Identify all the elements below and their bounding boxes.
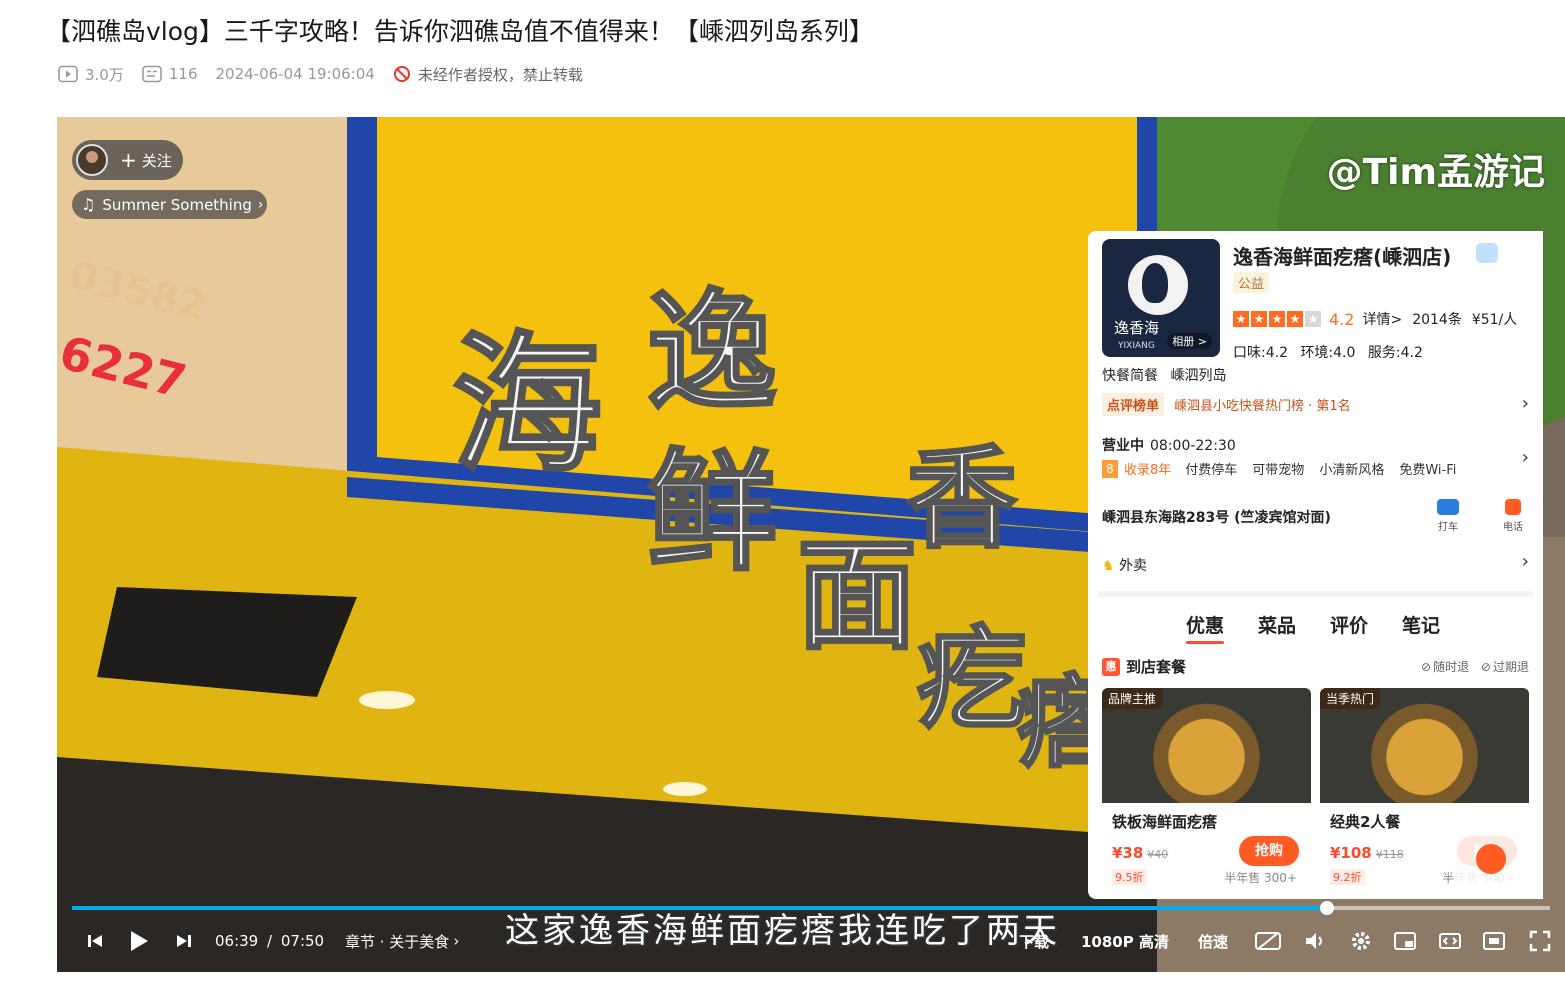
play-icon — [131, 931, 148, 951]
tab-reviews: 评价 — [1330, 615, 1369, 637]
follow-button[interactable]: + 关注 — [72, 140, 183, 180]
tab-notes: 笔记 — [1402, 615, 1441, 637]
fullscreen-button[interactable] — [1527, 930, 1553, 952]
svg-text:香: 香 — [907, 434, 1017, 563]
progress-bar[interactable] — [72, 901, 1550, 915]
star-icon: ★ — [1251, 311, 1267, 327]
plus-icon: + — [120, 148, 137, 172]
phone-icon — [1505, 499, 1521, 515]
fullscreen-icon — [1529, 930, 1551, 952]
dish-photo: 当季热门 — [1320, 688, 1529, 803]
star-icon: ★ — [1305, 311, 1321, 327]
shop-categories: 快餐简餐 嵊泗列岛 — [1102, 368, 1227, 384]
uploader-watermark: @Tim孟游记 — [1326, 152, 1545, 193]
speed-button[interactable]: 倍速 — [1198, 931, 1228, 952]
subtitle-toggle[interactable] — [1253, 931, 1283, 951]
buy-button: 抢购 — [1239, 836, 1299, 866]
download-button[interactable]: 下载 — [1019, 931, 1049, 952]
shop-info-card: 逸香海 YIXIANG 相册 > 逸香海鲜面疙瘩(嵊泗店) 公益 ★ ★ ★ ★ ★ 4… — [1088, 231, 1543, 899]
video-title: 【泗礁岛vlog】三千字攻略！告诉你泗礁岛值不值得来！【嵊泗列岛系列】 — [46, 17, 874, 46]
section-title: 惠到店套餐 — [1102, 656, 1186, 677]
web-fullscreen-icon — [1483, 932, 1505, 950]
view-count: 3.0万 — [58, 64, 124, 85]
shop-tabs: 优惠 菜品 评价 笔记 — [1186, 611, 1474, 644]
opening-hours: 营业中 08:00-22:30 — [1102, 438, 1236, 454]
divider — [1098, 591, 1533, 597]
subtitle-off-icon — [1255, 932, 1281, 950]
dish-photo: 品牌主推 — [1102, 688, 1311, 803]
chevron-right-icon: › — [1521, 447, 1529, 468]
play-button[interactable] — [127, 929, 151, 953]
delivery-entry: ♞ 外卖 — [1102, 558, 1148, 574]
webscreen-button[interactable] — [1481, 931, 1507, 951]
widescreen-icon — [1439, 933, 1461, 949]
phone-action: 电话 — [1493, 499, 1533, 533]
tab-dishes: 菜品 — [1258, 615, 1297, 637]
chevron-right-icon: › — [453, 932, 460, 950]
music-note-icon: ♫ — [81, 195, 96, 214]
play-count-icon — [58, 65, 78, 83]
picture-in-picture-icon — [1394, 932, 1416, 950]
sub-scores: 口味:4.2 环境:4.0 服务:4.2 — [1233, 345, 1423, 361]
volume-button[interactable] — [1303, 931, 1329, 951]
shop-features: 8 收录8年 付费停车 可带宠物 小清新风格 免费Wi-Fi — [1102, 459, 1471, 478]
music-tag[interactable]: ♫ Summer Something › — [72, 190, 267, 219]
time-display: 06:39 / 07:50 — [215, 932, 325, 950]
svg-text:逸: 逸 — [647, 275, 777, 428]
star-icon: ★ — [1287, 311, 1303, 327]
deal-card: 品牌主推 铁板海鲜面疙瘩 ¥38 ¥40 抢购 9.5折 半年售 300+ — [1102, 688, 1311, 888]
rank-badge: 点评榜单 嵊泗县小吃快餐热门榜 · 第1名 — [1102, 393, 1351, 416]
tab-deals: 优惠 — [1186, 611, 1225, 644]
gear-icon — [1352, 932, 1370, 950]
chevron-right-icon: › — [257, 196, 264, 213]
forbidden-icon — [393, 66, 410, 82]
shop-name: 逸香海鲜面疙瘩(嵊泗店) — [1233, 245, 1452, 269]
favorite-sticker-icon[interactable] — [1452, 831, 1528, 887]
car-icon — [1437, 499, 1459, 515]
rabbit-icon: ♞ — [1102, 558, 1115, 574]
progress-knob[interactable] — [1320, 901, 1334, 915]
shop-logo: 逸香海 YIXIANG 相册 > — [1102, 239, 1220, 357]
uploader-avatar — [76, 144, 108, 176]
chevron-right-icon: › — [1521, 551, 1529, 572]
verified-badge-icon — [1476, 243, 1498, 263]
danmaku-count: 116 — [142, 65, 198, 83]
taxi-action: 打车 — [1428, 499, 1468, 533]
check-icon: ⊘ — [1421, 660, 1432, 674]
danmaku-icon — [142, 65, 162, 83]
next-button[interactable] — [174, 932, 194, 950]
shop-tag: 公益 — [1233, 272, 1270, 293]
album-link: 相册 > — [1167, 333, 1212, 349]
svg-text:海: 海 — [452, 317, 602, 493]
fish-logo-icon — [1128, 255, 1188, 315]
settings-button[interactable] — [1348, 930, 1374, 952]
shop-rating: ★ ★ ★ ★ ★ 4.2 详情> 2014条 ¥51/人 — [1233, 309, 1517, 329]
svg-text:疙: 疙 — [917, 614, 1027, 743]
chevron-right-icon: › — [1521, 393, 1529, 414]
svg-text:鲜: 鲜 — [647, 435, 777, 588]
volume-icon — [1306, 933, 1322, 949]
check-icon: ⊘ — [1480, 660, 1491, 674]
svg-text:面: 面 — [797, 525, 917, 666]
shop-address: 嵊泗县东海路283号 (竺凌宾馆对面) — [1102, 510, 1331, 526]
refund-policy: ⊘ 随时退 ⊘ 过期退 — [1421, 660, 1529, 674]
player-controls: 06:39 / 07:50 章节 · 关于美食 › 下载 1080P 高清 倍速 — [57, 919, 1565, 963]
skip-back-icon — [88, 935, 102, 947]
copyright-notice: 未经作者授权，禁止转载 — [393, 64, 583, 85]
star-icon: ★ — [1269, 311, 1285, 327]
deal-icon: 惠 — [1102, 657, 1120, 676]
star-icon: ★ — [1233, 311, 1249, 327]
progress-fill — [72, 906, 1327, 910]
years-badge-icon: 8 — [1102, 459, 1118, 478]
video-meta: 3.0万 116 2024-06-04 19:06:04 未经作者授权，禁止转载 — [58, 62, 601, 86]
widescreen-button[interactable] — [1437, 931, 1463, 951]
skip-forward-icon — [177, 935, 191, 947]
pip-button[interactable] — [1392, 931, 1418, 951]
previous-button[interactable] — [85, 932, 105, 950]
rating-stars: ★ ★ ★ ★ ★ — [1233, 311, 1323, 327]
quality-button[interactable]: 1080P 高清 — [1081, 931, 1169, 952]
publish-date: 2024-06-04 19:06:04 — [215, 65, 375, 83]
chapter-button[interactable]: 章节 · 关于美食 › — [345, 931, 459, 952]
